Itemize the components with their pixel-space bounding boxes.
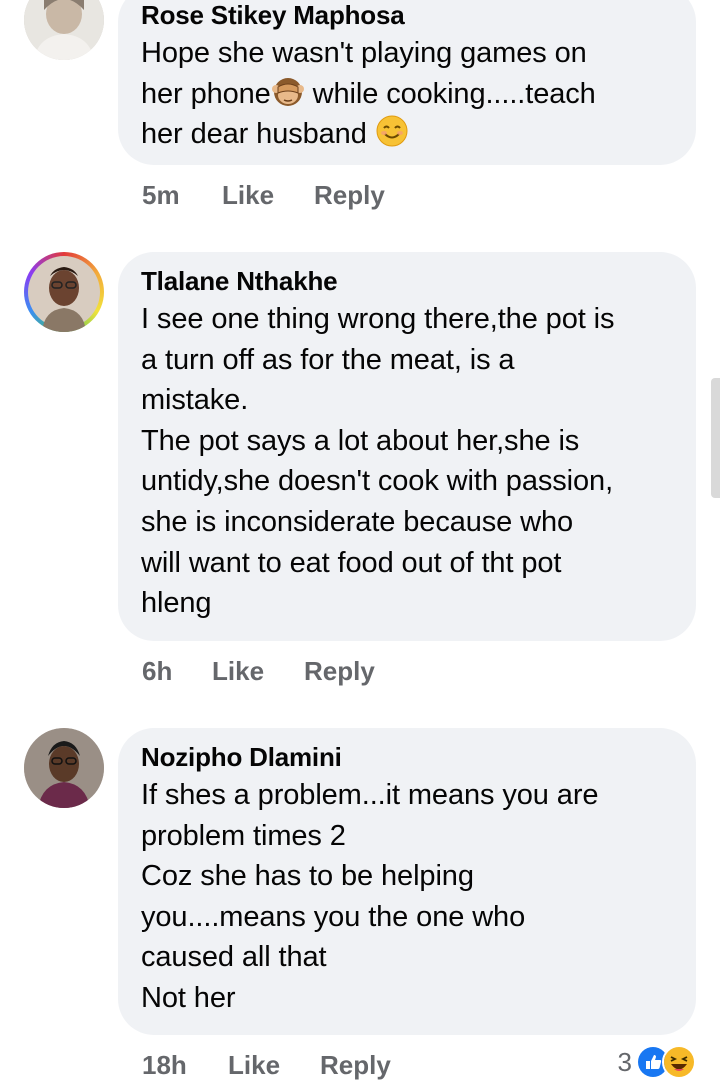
comment-text-line: a turn off as for the meat, is a <box>141 343 515 376</box>
comment-text-line: The pot says a lot about her,she is <box>141 424 580 457</box>
comment-text-line: you....means you the one who <box>141 900 526 933</box>
comment-text-line: Not her <box>141 981 236 1014</box>
avatar[interactable] <box>24 728 104 808</box>
like-button[interactable]: Like <box>212 653 304 689</box>
comment-text-line: untidy,she doesn't cook with passion, <box>141 465 614 498</box>
comment-actions: 5m Like Reply <box>142 177 385 213</box>
like-button[interactable]: Like <box>228 1047 320 1083</box>
comment-timestamp[interactable]: 5m <box>142 177 222 213</box>
comment-text-line: Hope she wasn't playing games on <box>141 37 587 69</box>
comment-author[interactable]: Rose Stikey Maphosa <box>141 0 672 30</box>
avatar[interactable] <box>24 252 104 332</box>
comments-page: Rose Stikey Maphosa Hope she wasn't play… <box>0 0 720 1090</box>
smiling-face-icon <box>375 114 409 148</box>
avatar[interactable] <box>24 0 104 60</box>
comment-text-line: I see one thing wrong there,the pot is <box>141 303 615 335</box>
see-no-evil-monkey-icon <box>271 74 305 108</box>
haha-icon <box>662 1045 696 1079</box>
reply-button[interactable]: Reply <box>314 177 385 213</box>
comment-text-line: mistake. <box>141 384 249 417</box>
comment-author[interactable]: Tlalane Nthakhe <box>141 266 672 296</box>
comment-timestamp[interactable]: 18h <box>142 1047 228 1083</box>
comment-actions: 6h Like Reply <box>142 653 375 689</box>
comment-bubble[interactable]: Nozipho Dlamini If shes a problem...it m… <box>118 728 696 1035</box>
comment-text-line: caused all that <box>141 941 327 974</box>
comment-text-line: Coz she has to be helping <box>141 860 474 893</box>
comment-text-line: she is inconsiderate because who <box>141 505 574 538</box>
comment-actions: 18h Like Reply <box>142 1047 391 1083</box>
like-button[interactable]: Like <box>222 177 314 213</box>
comment-text-line: hleng <box>141 587 212 620</box>
comment-timestamp[interactable]: 6h <box>142 653 212 689</box>
comment-text-line: her phone while cooking.....teach <box>141 74 672 115</box>
comment-bubble[interactable]: Rose Stikey Maphosa Hope she wasn't play… <box>118 0 696 165</box>
comment-text-line: problem times 2 <box>141 819 346 852</box>
reply-button[interactable]: Reply <box>304 653 375 689</box>
comment-text-segment: her dear husband <box>141 118 375 151</box>
comment-bubble[interactable]: Tlalane Nthakhe I see one thing wrong th… <box>118 252 696 641</box>
reaction-count: 3 <box>617 1046 632 1077</box>
comment-text-segment: while cooking.....teach <box>304 77 596 110</box>
scrollbar[interactable] <box>711 378 720 498</box>
comment-text-line: her dear husband <box>141 114 672 155</box>
comment-text-line: If shes a problem...it means you are <box>141 779 599 811</box>
comment-text-segment: her phone <box>141 77 271 110</box>
reaction-summary[interactable]: 3 <box>618 1044 696 1080</box>
reply-button[interactable]: Reply <box>320 1047 391 1083</box>
comment-text-line: will want to eat food out of tht pot <box>141 546 562 579</box>
comment-author[interactable]: Nozipho Dlamini <box>141 742 672 772</box>
